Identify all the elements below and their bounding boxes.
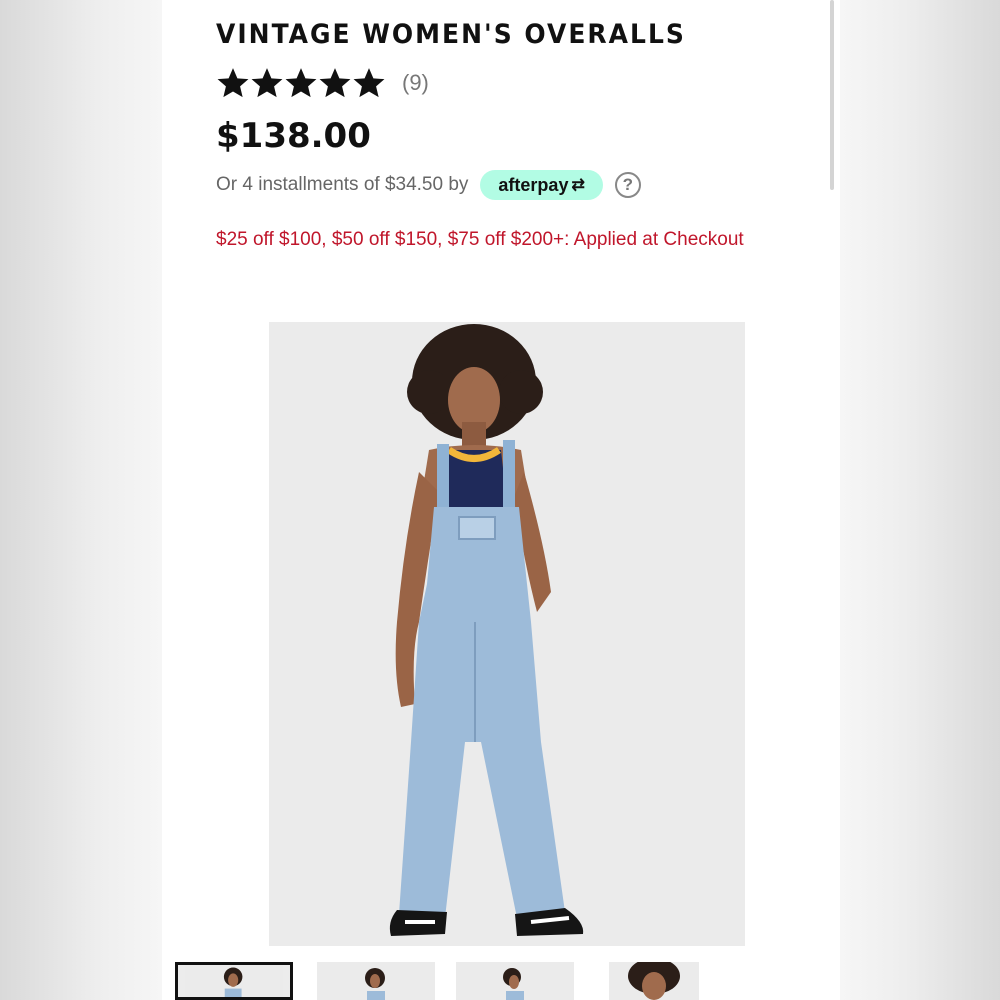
star-icon bbox=[318, 66, 352, 100]
thumbnail-strip bbox=[175, 962, 775, 1000]
scrollbar[interactable] bbox=[830, 0, 834, 190]
star-icon bbox=[216, 66, 250, 100]
promo-text: $25 off $100, $50 off $150, $75 off $200… bbox=[216, 229, 744, 250]
installments-text: Or 4 installments of $34.50 by bbox=[216, 174, 469, 195]
thumbnail-4[interactable] bbox=[609, 962, 699, 1000]
product-price: $138.00 bbox=[216, 116, 371, 156]
background-left bbox=[0, 0, 162, 1000]
background-right bbox=[840, 0, 1000, 1000]
rating[interactable]: (9) bbox=[216, 66, 429, 100]
product-page: VINTAGE WOMEN'S OVERALLS (9) $138.00 Or … bbox=[162, 0, 840, 1000]
review-count[interactable]: (9) bbox=[402, 70, 429, 96]
star-icon bbox=[352, 66, 386, 100]
afterpay-logo-text: afterpay bbox=[498, 174, 569, 195]
help-icon[interactable]: ? bbox=[614, 172, 641, 198]
afterpay-arrows-icon: ⇄ bbox=[571, 177, 585, 194]
thumbnail-3[interactable] bbox=[456, 962, 574, 1000]
product-title: VINTAGE WOMEN'S OVERALLS bbox=[216, 18, 686, 50]
thumbnail-1[interactable] bbox=[175, 962, 293, 1000]
star-icon bbox=[250, 66, 284, 100]
product-image[interactable] bbox=[269, 322, 745, 946]
installments-row: Or 4 installments of $34.50 by afterpay … bbox=[216, 170, 641, 200]
rating-stars bbox=[216, 66, 386, 100]
thumbnail-2[interactable] bbox=[317, 962, 435, 1000]
afterpay-badge[interactable]: afterpay ⇄ bbox=[480, 170, 603, 200]
star-icon bbox=[284, 66, 318, 100]
